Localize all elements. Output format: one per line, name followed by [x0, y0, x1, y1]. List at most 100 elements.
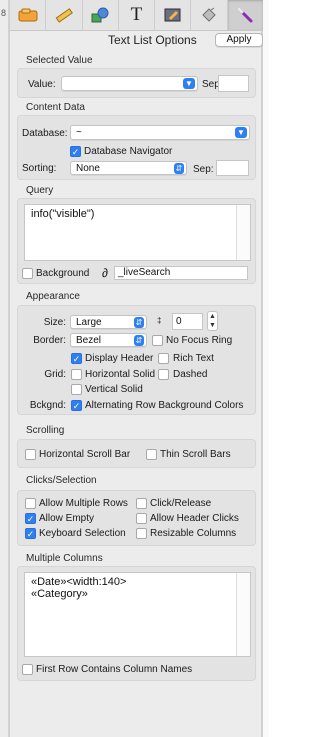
edge-glyph: 8 [1, 8, 7, 18]
stepper-up-icon: ▲ [209, 313, 216, 320]
up-down-arrows-icon: ⇵ [174, 163, 184, 174]
dashed-label: Dashed [173, 369, 208, 380]
multiple-columns-heading: Multiple Columns [26, 553, 103, 564]
columns-line-2: «Category» [31, 588, 88, 600]
value-sep-field[interactable] [218, 75, 249, 92]
content-data-group: Database: ~ ▼ ✓ Database Navigator Sorti… [17, 115, 256, 180]
panel-title: Text List Options [108, 33, 197, 47]
text-list-options-panel: T Text List Options Apply Selected Value [9, 0, 263, 737]
stepper-down-icon: ▼ [209, 322, 216, 329]
selected-value-heading: Selected Value [26, 55, 93, 66]
horizontal-scroll-bar-checkbox[interactable] [25, 449, 36, 460]
database-popup[interactable]: ~ ▼ [70, 125, 250, 140]
columns-line-1: «Date»<width:140> [31, 576, 127, 588]
database-popup-text: ~ [76, 127, 82, 138]
resizable-columns-checkbox[interactable] [136, 528, 147, 539]
dashed-checkbox[interactable] [158, 369, 169, 380]
appearance-group: Size: Large ⇵ ‡ 0 ▲ ▼ Border: Bezel ⇵ No… [17, 305, 256, 415]
size-label: Size: [43, 317, 66, 328]
panel-header: Text List Options Apply [10, 31, 263, 49]
scrolling-group: Horizontal Scroll Bar Thin Scroll Bars [17, 439, 256, 468]
alternating-rows-checkbox[interactable]: ✓ [71, 400, 82, 411]
rich-text-checkbox[interactable] [158, 353, 169, 364]
allow-header-clicks-label: Allow Header Clicks [150, 513, 239, 524]
size-popup-text: Large [76, 317, 102, 328]
sorting-popup-text: None [76, 163, 100, 174]
sorting-label: Sorting: [22, 163, 57, 174]
query-formula-text: info("visible") [31, 208, 95, 220]
alternating-rows-label: Alternating Row Background Colors [85, 400, 244, 411]
database-navigator-checkbox[interactable]: ✓ [70, 146, 81, 157]
background-checkbox[interactable] [22, 268, 33, 279]
sorting-sep-field[interactable] [216, 160, 249, 176]
clicks-selection-group: Allow Multiple Rows Click/Release ✓ Allo… [17, 490, 256, 546]
keyboard-selection-checkbox[interactable]: ✓ [25, 528, 36, 539]
clicks-selection-heading: Clicks/Selection [26, 475, 97, 486]
sorting-sep-label: Sep: [193, 164, 214, 175]
fill-bucket-icon [202, 7, 216, 22]
up-down-arrows-icon: ⇵ [134, 335, 144, 346]
selected-value-group: Value: ▼ Sep: [17, 68, 256, 98]
content-data-heading: Content Data [26, 102, 85, 113]
query-group: info("visible") Background ∂ _liveSearch [17, 198, 256, 284]
first-row-column-names-label: First Row Contains Column Names [36, 664, 193, 675]
ruler-tool[interactable] [46, 0, 83, 30]
magic-wand-icon [237, 7, 253, 23]
chevron-down-icon: ▼ [183, 78, 195, 89]
horizontal-scroll-bar-label: Horizontal Scroll Bar [39, 449, 131, 460]
bckgnd-label: Bckgnd: [29, 400, 66, 411]
query-formula-editor[interactable]: info("visible") [24, 204, 251, 261]
grid-label: Grid: [44, 369, 66, 380]
allow-empty-checkbox[interactable]: ✓ [25, 513, 36, 524]
picture-icon [18, 8, 38, 22]
text-tool[interactable]: T [119, 0, 156, 30]
value-popup[interactable]: ▼ [61, 76, 198, 91]
multiple-columns-editor[interactable]: «Date»<width:140> «Category» [24, 572, 251, 657]
horizontal-solid-checkbox[interactable] [71, 369, 82, 380]
live-search-field[interactable]: _liveSearch [114, 266, 248, 280]
query-heading: Query [26, 185, 54, 196]
edit-icon [164, 8, 181, 22]
value-label: Value: [28, 79, 56, 90]
border-popup[interactable]: Bezel ⇵ [70, 333, 147, 347]
query-scrollbar[interactable] [236, 205, 250, 260]
size-popup[interactable]: Large ⇵ [70, 315, 147, 329]
no-focus-ring-checkbox[interactable] [152, 335, 163, 346]
appearance-heading: Appearance [26, 291, 80, 302]
edit-tool[interactable] [155, 0, 192, 30]
thin-scroll-bars-label: Thin Scroll Bars [160, 449, 231, 460]
apply-button[interactable]: Apply [215, 33, 263, 47]
size-number-symbol: ‡ [157, 316, 162, 325]
shapes-icon [91, 7, 109, 23]
allow-empty-label: Allow Empty [39, 513, 95, 524]
sorting-popup[interactable]: None ⇵ [70, 161, 187, 175]
background-label: Background [36, 268, 90, 279]
vertical-solid-label: Vertical Solid [85, 384, 143, 395]
click-release-checkbox[interactable] [136, 498, 147, 509]
no-focus-ring-label: No Focus Ring [166, 335, 233, 346]
display-header-checkbox[interactable]: ✓ [71, 353, 82, 364]
columns-scrollbar[interactable] [236, 573, 250, 656]
right-edge-strip [262, 0, 269, 737]
allow-header-clicks-checkbox[interactable] [136, 513, 147, 524]
wand-tool[interactable] [227, 0, 263, 30]
first-row-column-names-checkbox[interactable] [22, 664, 33, 675]
size-stepper[interactable]: ▲ ▼ [207, 311, 218, 331]
allow-multiple-rows-checkbox[interactable] [25, 498, 36, 509]
border-popup-text: Bezel [76, 335, 102, 346]
fill-tool[interactable] [191, 0, 228, 30]
size-number-field[interactable]: 0 [172, 313, 203, 330]
horizontal-solid-label: Horizontal Solid [85, 369, 156, 380]
left-edge-strip: 8 [0, 0, 9, 737]
vertical-solid-checkbox[interactable] [71, 384, 82, 395]
database-label: Database: [22, 128, 68, 139]
up-down-arrows-icon: ⇵ [134, 317, 144, 328]
shapes-tool[interactable] [83, 0, 119, 30]
thin-scroll-bars-checkbox[interactable] [146, 449, 157, 460]
text-icon: T [130, 4, 143, 25]
allow-multiple-rows-label: Allow Multiple Rows [39, 498, 128, 509]
click-release-label: Click/Release [150, 498, 212, 509]
database-navigator-label: Database Navigator [84, 146, 173, 157]
keyboard-selection-label: Keyboard Selection [39, 528, 126, 539]
picture-tool[interactable] [10, 0, 47, 30]
